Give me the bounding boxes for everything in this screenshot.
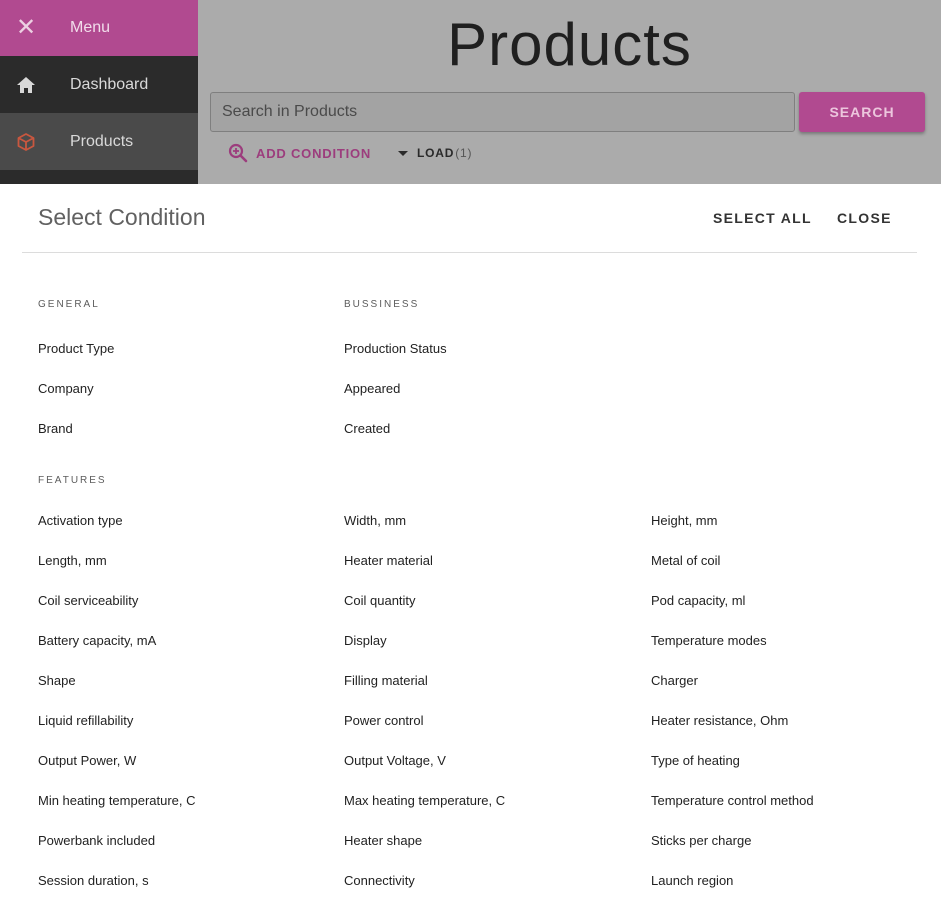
condition-option[interactable]: Coil quantity [344, 593, 416, 608]
condition-option[interactable]: Company [38, 381, 94, 396]
sidebar: ✕ Menu Dashboard Products [0, 0, 198, 184]
condition-option[interactable]: Activation type [38, 513, 123, 528]
condition-option[interactable]: Heater shape [344, 833, 422, 848]
section-label-features: FEATURES [38, 475, 107, 486]
section-label-general: GENERAL [38, 299, 100, 310]
condition-option[interactable]: Session duration, s [38, 873, 149, 888]
condition-option[interactable]: Temperature control method [651, 793, 814, 808]
box-icon [0, 132, 52, 152]
condition-option[interactable]: Metal of coil [651, 553, 720, 568]
section-label-bussiness: BUSSINESS [344, 299, 420, 310]
condition-option[interactable]: Connectivity [344, 873, 415, 888]
search-button[interactable]: SEARCH [799, 92, 925, 132]
condition-option[interactable]: Liquid refillability [38, 713, 133, 728]
close-button[interactable]: CLOSE [837, 210, 892, 226]
condition-option[interactable]: Launch region [651, 873, 733, 888]
condition-option[interactable]: Heater material [344, 553, 433, 568]
condition-option[interactable]: Length, mm [38, 553, 107, 568]
load-count: (1) [455, 146, 473, 160]
condition-option[interactable]: Brand [38, 421, 73, 436]
condition-option[interactable]: Created [344, 421, 390, 436]
add-condition-button[interactable]: ADD CONDITION [228, 143, 371, 163]
search-input[interactable] [222, 103, 783, 121]
condition-option[interactable]: Pod capacity, ml [651, 593, 745, 608]
select-condition-panel: Select Condition SELECT ALL CLOSE GENERA… [0, 184, 941, 916]
sidebar-header: ✕ Menu [0, 0, 198, 56]
condition-option[interactable]: Battery capacity, mA [38, 633, 156, 648]
sidebar-item-label: Dashboard [70, 75, 149, 93]
caret-down-icon [398, 150, 408, 156]
add-condition-label: ADD CONDITION [256, 145, 372, 161]
condition-option[interactable]: Power control [344, 713, 423, 728]
condition-option[interactable]: Height, mm [651, 513, 717, 528]
app-background: ✕ Menu Dashboard Products Products SEARC… [0, 0, 941, 184]
sidebar-item-dashboard[interactable]: Dashboard [0, 56, 198, 113]
condition-option[interactable]: Type of heating [651, 753, 740, 768]
condition-option[interactable]: Width, mm [344, 513, 406, 528]
condition-option[interactable]: Output Voltage, V [344, 753, 446, 768]
condition-option[interactable]: Heater resistance, Ohm [651, 713, 788, 728]
search-field[interactable] [210, 92, 795, 132]
load-button[interactable]: LOAD (1) [398, 146, 472, 160]
sidebar-item-label: Products [70, 132, 134, 150]
condition-option[interactable]: Product Type [38, 341, 114, 356]
condition-option[interactable]: Charger [651, 673, 698, 688]
home-icon [0, 76, 52, 94]
condition-option[interactable]: Max heating temperature, C [344, 793, 505, 808]
condition-option[interactable]: Appeared [344, 381, 400, 396]
close-menu-icon[interactable]: ✕ [0, 0, 52, 56]
zoom-in-icon [228, 143, 248, 163]
sidebar-item-products[interactable]: Products [0, 113, 198, 170]
condition-option[interactable]: Output Power, W [38, 753, 136, 768]
menu-label: Menu [70, 19, 111, 36]
panel-header: Select Condition SELECT ALL CLOSE [22, 184, 917, 253]
condition-option[interactable]: Sticks per charge [651, 833, 751, 848]
load-label: LOAD [417, 146, 455, 160]
condition-option[interactable]: Coil serviceability [38, 593, 138, 608]
select-all-button[interactable]: SELECT ALL [713, 210, 812, 226]
condition-option[interactable]: Min heating temperature, C [38, 793, 196, 808]
condition-option[interactable]: Temperature modes [651, 633, 767, 648]
page-title: Products [447, 11, 692, 78]
condition-option[interactable]: Display [344, 633, 387, 648]
condition-option[interactable]: Production Status [344, 341, 447, 356]
condition-option[interactable]: Filling material [344, 673, 428, 688]
panel-title: Select Condition [38, 204, 206, 230]
condition-option[interactable]: Shape [38, 673, 76, 688]
condition-option[interactable]: Powerbank included [38, 833, 155, 848]
